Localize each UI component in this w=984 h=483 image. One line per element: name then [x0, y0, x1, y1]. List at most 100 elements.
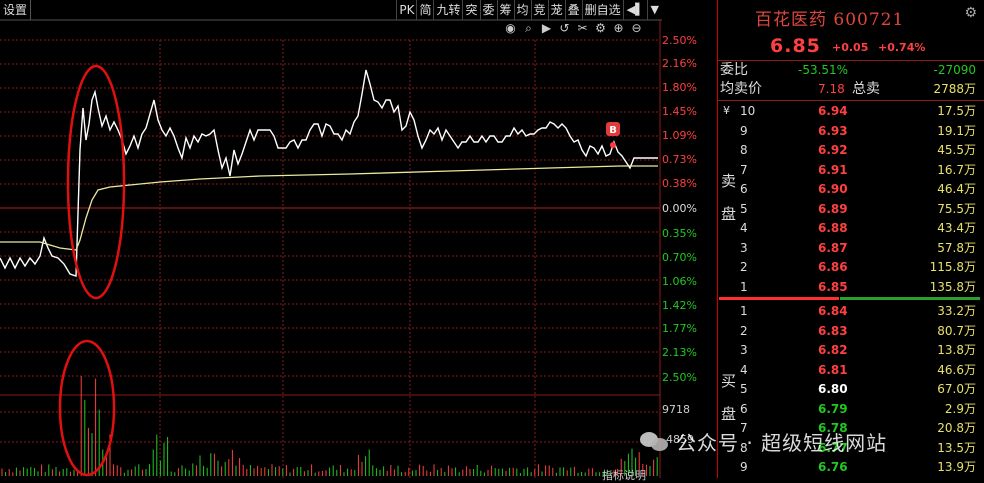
avg-sell-label: 均卖价: [720, 81, 762, 97]
buy-row[interactable]: 6 6.79 2.9万: [718, 400, 984, 419]
sell-row[interactable]: 4 6.88 43.4万: [718, 219, 984, 238]
zoom-in-icon[interactable]: ⊕: [611, 21, 626, 36]
watermark-text: 公众号 · 超级短线网站: [676, 430, 888, 455]
buy-row[interactable]: 9 6.76 13.9万: [718, 458, 984, 477]
avg-sell-value: 7.18: [818, 82, 845, 96]
buy-row[interactable]: 2 6.83 80.7万: [718, 322, 984, 341]
settings-button[interactable]: 设置: [0, 0, 32, 20]
current-price: 6.85: [770, 35, 821, 57]
stock-code: 600721: [833, 10, 905, 30]
quote-panel: 百花医药 600721 ⚙ 6.85 +0.05 +0.74% 委比 -53.5…: [717, 0, 984, 478]
buy-level: 5: [740, 382, 748, 396]
toolbar-button-4[interactable]: 委: [479, 0, 497, 20]
sell-price: 6.90: [818, 182, 848, 196]
buy-row[interactable]: 5 6.80 67.0万: [718, 380, 984, 399]
sell-price: 6.94: [818, 104, 848, 118]
axis-label-down: 2.50%: [662, 371, 697, 384]
divider-green: [840, 297, 980, 300]
sell-row[interactable]: 10 6.94 17.5万: [718, 102, 984, 121]
settings-icon[interactable]: ⚙: [593, 21, 608, 36]
sell-row[interactable]: 3 6.87 57.8万: [718, 239, 984, 258]
toolbar-button-0[interactable]: PK: [396, 0, 416, 20]
axis-label-down: 0.70%: [662, 251, 697, 264]
buy-volume: 13.9万: [937, 460, 976, 474]
collapse-arrow-button[interactable]: ◀▌: [622, 0, 647, 20]
wechat-icon: [640, 430, 670, 452]
buy-price: 6.82: [818, 343, 848, 357]
toolbar-button-9[interactable]: 叠: [564, 0, 582, 20]
toolbar-button-10[interactable]: 删自选: [581, 0, 623, 20]
buy-price: 6.84: [818, 304, 848, 318]
weibi-value: -53.51%: [798, 63, 849, 77]
sell-row[interactable]: 9 6.93 19.1万: [718, 122, 984, 141]
intraday-chart[interactable]: B 设置 PK 简九转突委筹均竞茏叠删自选 ◀▌ ▼ ◉ ⌕ ▶ ↺ ✂ ⚙ ⊕ ⊖ 2.50% 2.…: [0, 0, 716, 482]
toolbar-button-6[interactable]: 均: [513, 0, 531, 20]
zoom-out-icon[interactable]: ⊖: [629, 21, 644, 36]
toolbar-buttons: PK 简九转突委筹均竞茏叠删自选 ◀▌ ▼: [396, 0, 662, 20]
toolbar-button-8[interactable]: 茏: [547, 0, 565, 20]
sell-row[interactable]: 1 6.85 135.8万: [718, 278, 984, 297]
scissors-icon[interactable]: ✂: [575, 21, 590, 36]
buy-price: 6.83: [818, 323, 848, 338]
sell-price: 6.85: [818, 279, 848, 294]
watermark: 公众号 · 超级短线网站: [640, 426, 960, 456]
axis-label-down: 1.77%: [662, 322, 697, 335]
buy-volume: 13.8万: [937, 343, 976, 357]
axis-label-down: 2.13%: [662, 346, 697, 359]
annotation-ellipse-volume: [58, 339, 116, 477]
sell-volume: 45.5万: [937, 143, 976, 157]
axis-label-up: 1.09%: [662, 129, 697, 142]
buy-price: 6.81: [818, 362, 848, 377]
sell-volume: 135.8万: [929, 279, 976, 294]
buy-row[interactable]: 4 6.81 46.6万: [718, 361, 984, 380]
trade-marker-label: B: [609, 125, 617, 136]
sell-row[interactable]: 7 6.91 16.7万: [718, 161, 984, 180]
axis-label-down: 0.35%: [662, 227, 697, 240]
sell-volume: 17.5万: [937, 104, 976, 118]
axis-label-up: 0.73%: [662, 153, 697, 166]
play-icon[interactable]: ▶: [539, 21, 554, 36]
chart-canvas[interactable]: B: [0, 0, 716, 478]
toolbar-button-3[interactable]: 突: [462, 0, 479, 20]
toolbar-button-5[interactable]: 筹: [496, 0, 514, 20]
sell-price: 6.86: [818, 260, 848, 274]
buy-level: 3: [740, 343, 748, 357]
sell-volume: 75.5万: [937, 201, 976, 216]
sell-row[interactable]: 5 6.89 75.5万: [718, 200, 984, 219]
sell-level: 4: [740, 221, 748, 235]
sell-level: 1: [740, 279, 748, 294]
stock-title: 百花医药 600721: [755, 5, 904, 30]
sell-level: 5: [740, 201, 748, 216]
sell-level: 3: [740, 240, 748, 255]
gear-icon[interactable]: ⚙: [964, 5, 977, 21]
sell-price: 6.89: [818, 201, 848, 216]
sell-level: 2: [740, 260, 748, 274]
sell-volume: 57.8万: [937, 240, 976, 255]
toolbar-button-2[interactable]: 九转: [433, 0, 462, 20]
divider-red: [719, 297, 839, 300]
axis-label-up: 2.50%: [662, 34, 697, 47]
eye-icon[interactable]: ◉: [503, 21, 518, 36]
sell-row[interactable]: 6 6.90 46.4万: [718, 180, 984, 199]
buy-volume: 80.7万: [937, 323, 976, 338]
chart-toolbar: 设置 PK 简九转突委筹均竞茏叠删自选 ◀▌ ▼: [0, 0, 662, 20]
buy-row[interactable]: 3 6.82 13.8万: [718, 341, 984, 360]
toolbar-button-7[interactable]: 竞: [530, 0, 548, 20]
buy-price: 6.80: [818, 382, 848, 396]
toolbar-button-1[interactable]: 简: [416, 0, 433, 20]
buy-price: 6.79: [818, 401, 848, 416]
buy-row[interactable]: 1 6.84 33.2万: [718, 302, 984, 321]
sell-volume: 16.7万: [937, 162, 976, 177]
undo-icon[interactable]: ↺: [557, 21, 572, 36]
axis-label-down: 1.06%: [662, 275, 697, 288]
buy-volume: 67.0万: [937, 382, 976, 396]
search-icon[interactable]: ⌕: [521, 21, 536, 36]
sell-price: 6.91: [818, 162, 848, 177]
sell-row[interactable]: 8 6.92 45.5万: [718, 141, 984, 160]
indicator-help-link[interactable]: 指标说明: [602, 467, 646, 483]
sell-volume: 46.4万: [937, 182, 976, 196]
sell-row[interactable]: 2 6.86 115.8万: [718, 258, 984, 277]
total-sell-label: 总卖: [852, 81, 880, 97]
dropdown-button[interactable]: ▼: [646, 0, 662, 20]
buy-volume: 46.6万: [937, 362, 976, 377]
